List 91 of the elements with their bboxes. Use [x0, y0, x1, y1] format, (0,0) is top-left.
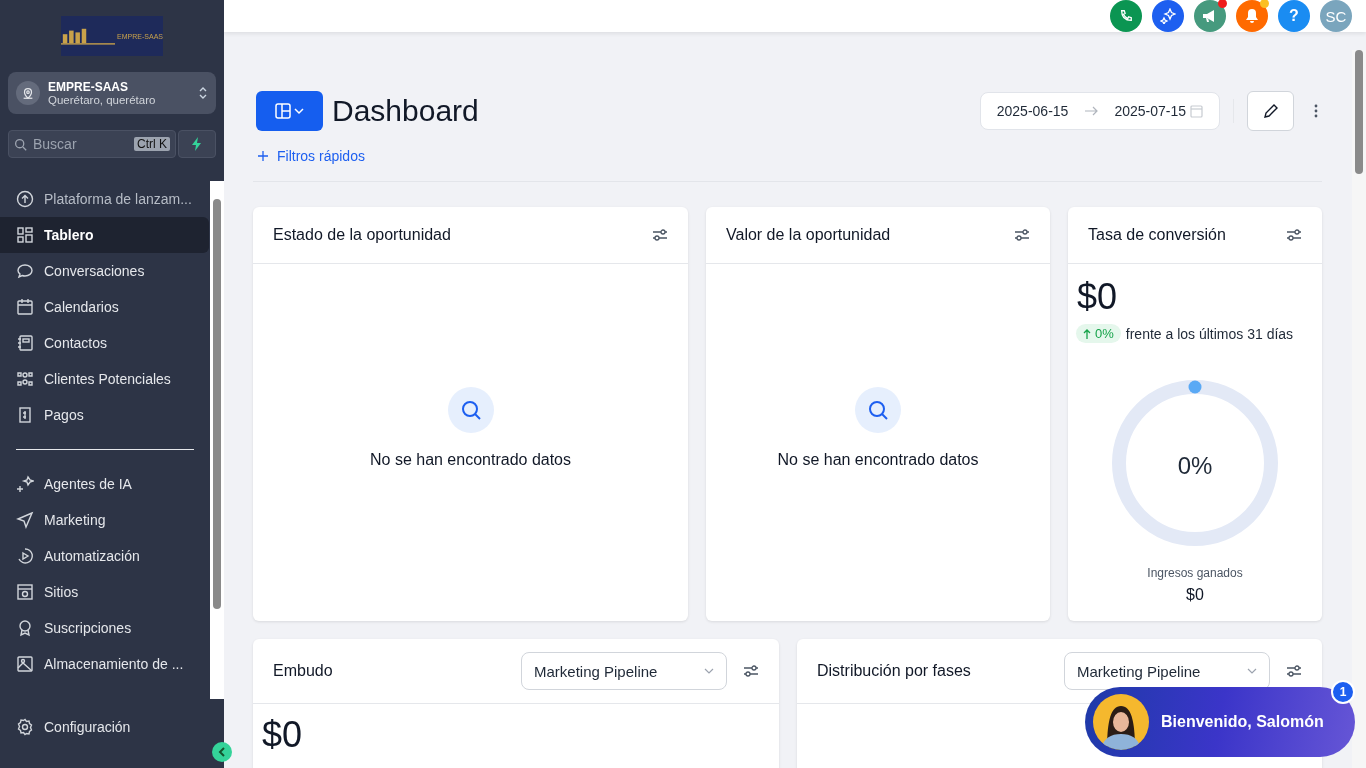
edit-button[interactable]: [1247, 91, 1294, 131]
search-icon: [855, 386, 901, 433]
filter-icon: [743, 665, 759, 677]
change-badge: 0%: [1076, 324, 1121, 343]
card-title: Estado de la oportunidad: [273, 226, 451, 244]
phone-button[interactable]: [1110, 0, 1142, 32]
page-title: Dashboard: [332, 94, 479, 128]
shortcut-hint: Ctrl K: [134, 137, 170, 151]
quick-filters-button[interactable]: Filtros rápidos: [253, 148, 365, 164]
bell-icon: [1245, 8, 1259, 24]
arrow-right-icon: [1084, 106, 1099, 116]
award-icon: [16, 619, 34, 637]
play-icon: [16, 547, 34, 565]
nav-item[interactable]: Agentes de IA: [0, 466, 209, 502]
quick-action-button[interactable]: [178, 130, 216, 158]
chevron-left-icon: [218, 747, 226, 757]
gauge-value: 0%: [1176, 452, 1214, 480]
card-title: Embudo: [273, 662, 334, 680]
chevron-icon: [198, 85, 208, 101]
chevron-down-icon: [1247, 668, 1257, 674]
ai-button[interactable]: [1152, 0, 1184, 32]
conversion-value: $0: [1077, 276, 1118, 318]
gauge-caption-value: $0: [1186, 586, 1204, 604]
collapse-button[interactable]: [212, 742, 232, 762]
plus-icon: [258, 151, 268, 161]
grid-icon: [16, 226, 34, 244]
chat-icon: [16, 262, 34, 280]
phone-icon: [1119, 9, 1133, 23]
card-title: Valor de la oportunidad: [726, 226, 891, 244]
layout-caret-icon: [274, 103, 305, 119]
nav-item[interactable]: Pagos: [0, 397, 209, 433]
account-location: Querétaro, querétaro: [48, 94, 157, 106]
account-switcher[interactable]: EMPRE-SAAS Querétaro, querétaro: [8, 72, 216, 114]
filter-icon: [1014, 229, 1030, 241]
settings-item[interactable]: Configuración: [0, 709, 223, 745]
change-text: frente a los últimos 31 días: [1125, 325, 1294, 342]
pipeline-dropdown[interactable]: Marketing Pipeline: [521, 652, 727, 690]
filter-icon: [1286, 665, 1302, 677]
notification-dot: [1260, 0, 1269, 8]
empty-message: No se han encontrado datos: [370, 450, 571, 469]
location-icon: [16, 81, 40, 105]
filter-button[interactable]: [652, 229, 668, 241]
nav-item[interactable]: Automatización: [0, 538, 209, 574]
filter-button[interactable]: [1286, 665, 1302, 677]
scrollbar-thumb[interactable]: [1355, 50, 1363, 174]
nav-item[interactable]: Plataforma de lanzam...: [0, 181, 209, 217]
scrollbar-thumb[interactable]: [213, 199, 221, 609]
book-icon: [16, 334, 34, 352]
announcement-button[interactable]: [1194, 0, 1226, 32]
chevron-down-icon: [704, 668, 714, 674]
cal-icon: [16, 298, 34, 316]
search-icon: [14, 137, 27, 151]
pencil-icon: [1262, 103, 1279, 119]
site-icon: [16, 583, 34, 601]
nav-item[interactable]: Clientes Potenciales: [0, 361, 209, 397]
nodes-icon: [16, 370, 34, 388]
lightning-icon: [191, 137, 203, 151]
search-placeholder: Buscar: [33, 136, 78, 152]
account-name: EMPRE-SAAS: [48, 80, 129, 94]
nav-item[interactable]: Marketing: [0, 502, 209, 538]
image-icon: [16, 655, 34, 673]
filter-icon: [652, 229, 668, 241]
nav-item[interactable]: Tablero: [0, 217, 209, 253]
sparkle-icon: [1160, 8, 1176, 24]
layout-button[interactable]: [256, 91, 323, 131]
arrow-up-icon: [1083, 328, 1091, 339]
calendar-icon: [1190, 104, 1203, 118]
nav-item[interactable]: Calendarios: [0, 289, 209, 325]
filter-button[interactable]: [743, 665, 759, 677]
gauge-caption: Ingresos ganados: [1147, 566, 1243, 580]
nav-item[interactable]: Conversaciones: [0, 253, 209, 289]
filter-button[interactable]: [1014, 229, 1030, 241]
notifications-button[interactable]: [1236, 0, 1268, 32]
nav-item[interactable]: Almacenamiento de ...: [0, 646, 209, 682]
settings-icon: [16, 718, 34, 736]
nav-item[interactable]: Contactos: [0, 325, 209, 361]
more-icon: [1314, 104, 1318, 118]
nav-item[interactable]: Suscripciones: [0, 610, 209, 646]
date-range-field[interactable]: 2025-06-15 2025-07-15: [979, 92, 1220, 130]
funnel-value: $0: [262, 714, 304, 756]
card-title: Tasa de conversión: [1088, 226, 1226, 244]
nav-item[interactable]: Sitios: [0, 574, 209, 610]
card-title: Distribución por fases: [817, 662, 972, 680]
empty-message: No se han encontrado datos: [777, 450, 979, 469]
send-icon: [16, 511, 34, 529]
filter-icon: [1286, 229, 1302, 241]
spark-icon: [16, 475, 34, 493]
filter-button[interactable]: [1286, 229, 1302, 241]
buildings-icon: [61, 26, 116, 46]
search-field[interactable]: Buscar Ctrl K: [8, 130, 176, 158]
notification-dot: [1218, 0, 1227, 8]
